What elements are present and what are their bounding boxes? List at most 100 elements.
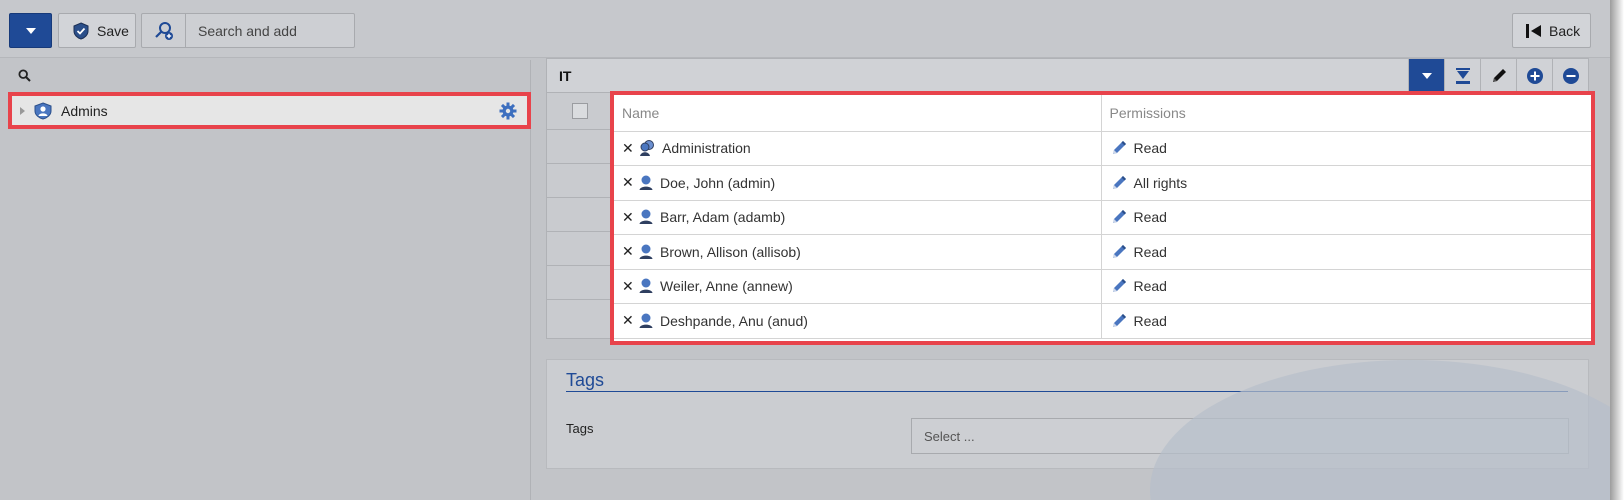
add-button[interactable] (1516, 59, 1552, 92)
row-select-cell[interactable] (547, 266, 613, 300)
permission-cell[interactable]: All rights (1101, 165, 1591, 201)
column-header-permissions[interactable]: Permissions (1101, 95, 1591, 132)
tags-select[interactable]: Select ... (911, 418, 1569, 454)
table-row[interactable]: ✕ Administration Read (614, 131, 1591, 166)
entry-name: Administration (662, 140, 751, 157)
caret-down-icon (25, 27, 36, 34)
permission-value: All rights (1133, 174, 1188, 191)
permission-cell[interactable]: Read (1101, 200, 1591, 235)
admin-group-icon (34, 101, 52, 120)
remove-entry-icon[interactable]: ✕ (622, 312, 634, 329)
window-shadow (1610, 0, 1624, 500)
search-add-icon-cell[interactable] (142, 14, 186, 47)
remove-entry-icon[interactable]: ✕ (622, 243, 634, 260)
name-cell[interactable]: ✕ Brown, Allison (allisob) (614, 234, 1102, 270)
remove-entry-icon[interactable]: ✕ (622, 140, 634, 157)
save-button[interactable]: Save (58, 13, 136, 48)
remove-entry-icon[interactable]: ✕ (622, 278, 634, 295)
row-select-cell[interactable] (547, 130, 613, 164)
row-select-cell[interactable] (547, 164, 613, 198)
name-cell[interactable]: ✕ Administration (614, 131, 1102, 166)
table-row[interactable]: ✕ Doe, John (admin) All rights (614, 165, 1591, 201)
pencil-icon (1112, 279, 1126, 293)
back-arrow-icon (1526, 23, 1541, 38)
filter-icon (1455, 67, 1470, 84)
column-header-name[interactable]: Name (614, 95, 1102, 132)
pencil-icon (1112, 210, 1126, 224)
plus-circle-icon (1526, 67, 1543, 84)
entry-name: Barr, Adam (adamb) (660, 209, 786, 226)
tags-panel: Tags Tags Select ... (546, 359, 1589, 469)
name-cell[interactable]: ✕ Barr, Adam (adamb) (614, 200, 1102, 235)
user-icon (639, 244, 653, 259)
tree-item-label: Admins (61, 102, 108, 119)
table-header-row: Name Permissions (614, 95, 1591, 132)
left-tree-panel: Admins (8, 60, 531, 500)
user-icon (639, 209, 653, 225)
entry-name: Deshpande, Anu (anud) (660, 312, 808, 329)
permissions-table-highlight: Name Permissions ✕ Administration Read ✕ Doe… (610, 91, 1595, 345)
pencil-icon (1112, 244, 1126, 258)
name-cell[interactable]: ✕ Doe, John (admin) (614, 165, 1102, 201)
filter-button[interactable] (1444, 59, 1480, 92)
permission-cell[interactable]: Read (1101, 303, 1591, 339)
pencil-icon (1112, 313, 1126, 327)
name-cell[interactable]: ✕ Deshpande, Anu (anud) (614, 303, 1102, 339)
table-row[interactable]: ✕ Weiler, Anne (annew) Read (614, 269, 1591, 304)
permission-value: Read (1133, 140, 1167, 157)
tags-field-label: Tags (566, 421, 594, 436)
gear-icon[interactable] (499, 102, 517, 120)
row-select-cell[interactable] (547, 232, 613, 266)
user-icon (639, 175, 653, 190)
search-and-add-label: Search and add (198, 22, 297, 39)
toolbar: Save Search and add Back (0, 0, 1610, 58)
remove-button[interactable] (1552, 59, 1588, 92)
entry-name: Brown, Allison (allisob) (660, 243, 801, 260)
expand-arrow-icon[interactable] (20, 106, 25, 115)
search-and-add-field[interactable]: Search and add (141, 13, 355, 48)
row-select-cell[interactable] (547, 300, 613, 334)
tags-section-title: Tags (566, 370, 605, 390)
pencil-icon (1112, 175, 1126, 189)
back-button[interactable]: Back (1512, 13, 1591, 48)
permission-value: Read (1133, 278, 1167, 295)
shield-save-icon (73, 21, 89, 40)
search-add-user-icon (154, 21, 173, 40)
grid-header: IT (546, 58, 1589, 93)
permission-cell[interactable]: Read (1101, 269, 1591, 304)
table-row[interactable]: ✕ Deshpande, Anu (anud) Read (614, 303, 1591, 339)
remove-entry-icon[interactable]: ✕ (622, 209, 634, 226)
table-row[interactable]: ✕ Brown, Allison (allisob) Read (614, 234, 1591, 270)
search-icon[interactable] (18, 68, 31, 82)
select-all-cell (547, 93, 613, 130)
tree-search[interactable] (8, 60, 530, 90)
tree-item-admins[interactable]: Admins (8, 92, 531, 129)
group-icon (640, 140, 654, 157)
permission-cell[interactable]: Read (1101, 131, 1591, 166)
row-checkbox-column (547, 93, 613, 339)
save-button-label: Save (97, 22, 129, 39)
permission-cell[interactable]: Read (1101, 234, 1591, 270)
select-all-checkbox[interactable] (572, 103, 588, 119)
caret-down-icon (1421, 72, 1432, 79)
minus-circle-icon (1562, 67, 1579, 84)
grid-dropdown-button[interactable] (1408, 59, 1444, 92)
remove-entry-icon[interactable]: ✕ (622, 174, 634, 191)
permission-value: Read (1133, 209, 1167, 226)
user-icon (639, 313, 653, 328)
app-window: Save Search and add Back Admins IT Name … (0, 0, 1610, 500)
back-button-label: Back (1549, 22, 1581, 39)
user-icon (639, 278, 653, 294)
table-row[interactable]: ✕ Barr, Adam (adamb) Read (614, 200, 1591, 235)
tags-divider (566, 391, 1568, 392)
permission-value: Read (1133, 312, 1167, 329)
pencil-icon (1492, 68, 1506, 82)
tags-select-placeholder: Select ... (924, 428, 975, 444)
main-menu-dropdown-button[interactable] (9, 13, 52, 48)
permissions-table: Name Permissions ✕ Administration Read ✕ Doe… (614, 95, 1591, 339)
edit-button[interactable] (1480, 59, 1516, 92)
row-select-cell[interactable] (547, 198, 613, 232)
grid-title: IT (559, 67, 572, 84)
pencil-icon (1112, 141, 1126, 155)
name-cell[interactable]: ✕ Weiler, Anne (annew) (614, 269, 1102, 304)
